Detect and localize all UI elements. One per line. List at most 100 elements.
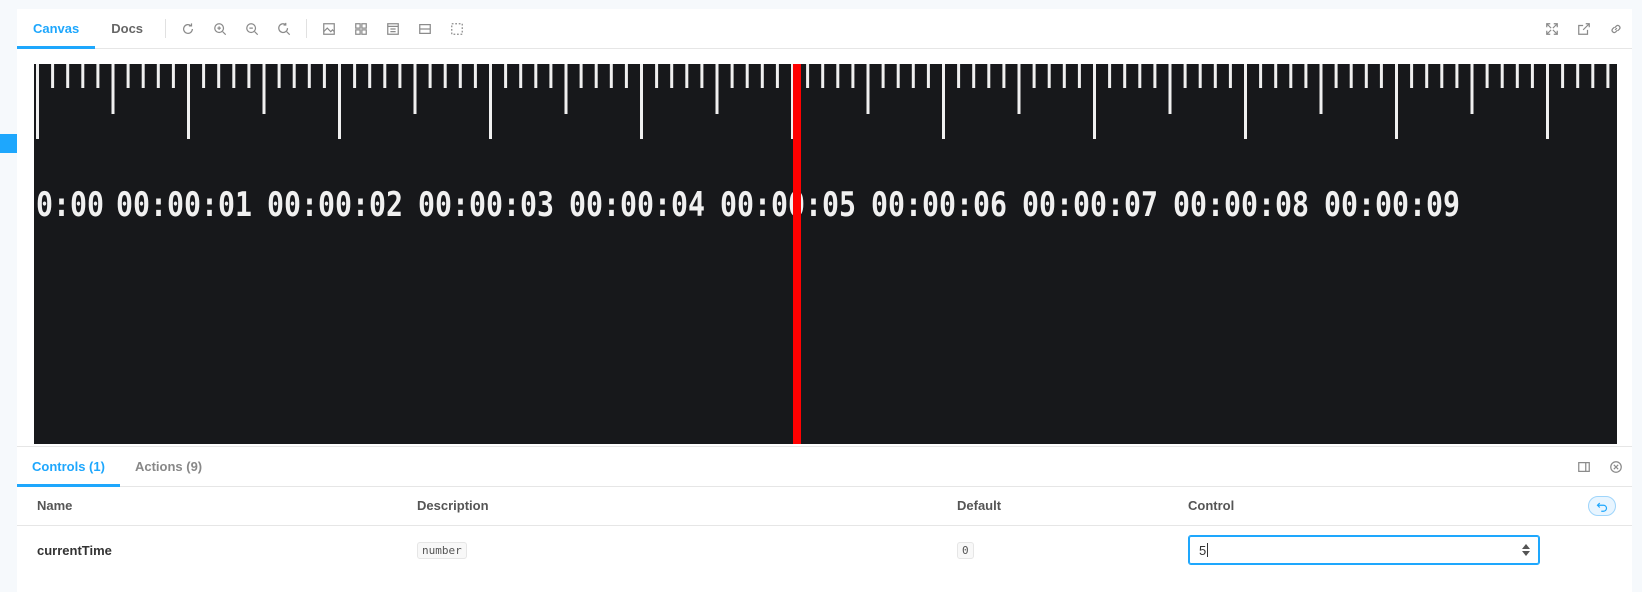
- sub-tick: [549, 64, 553, 88]
- sub-tick: [262, 64, 266, 114]
- sub-tick: [1228, 64, 1232, 88]
- sub-tick: [881, 64, 885, 88]
- sub-tick: [760, 64, 764, 88]
- table-header-row: Name Description Default Control: [17, 487, 1632, 526]
- sub-tick: [141, 64, 145, 88]
- second-tick: [1244, 64, 1247, 139]
- sub-tick: [1319, 64, 1323, 114]
- current-time-value: 5: [1199, 542, 1207, 558]
- copy-link-icon[interactable]: [1600, 9, 1632, 48]
- sub-tick: [1364, 64, 1368, 88]
- stepper-up-icon[interactable]: [1522, 544, 1530, 550]
- sub-tick: [564, 64, 568, 114]
- sub-tick: [957, 64, 961, 88]
- tab-actions[interactable]: Actions (9): [120, 447, 217, 486]
- sub-tick: [156, 64, 160, 88]
- timecode-label: 00:00:05: [720, 185, 856, 225]
- playhead[interactable]: [793, 64, 801, 444]
- sub-tick: [1576, 64, 1580, 88]
- measure-icon[interactable]: [409, 9, 441, 48]
- reload-icon[interactable]: [172, 9, 204, 48]
- reset-zoom-icon[interactable]: [268, 9, 300, 48]
- column-control-header: Control: [1188, 487, 1632, 526]
- second-tick: [1093, 64, 1096, 139]
- second-tick: [187, 64, 190, 139]
- panel-orientation-icon[interactable]: [1568, 447, 1600, 486]
- panel-tabs: Controls (1) Actions (9): [17, 447, 1632, 487]
- zoom-out-icon[interactable]: [236, 9, 268, 48]
- sub-tick: [1213, 64, 1217, 88]
- sub-tick: [1153, 64, 1157, 88]
- sub-tick: [715, 64, 719, 114]
- sub-tick: [1334, 64, 1338, 88]
- sub-tick: [504, 64, 508, 88]
- sub-tick: [851, 64, 855, 88]
- current-time-input[interactable]: 5: [1188, 535, 1540, 566]
- second-tick: [36, 64, 39, 139]
- stepper-down-icon[interactable]: [1522, 551, 1530, 557]
- sub-tick: [1500, 64, 1504, 88]
- sub-tick: [1561, 64, 1565, 88]
- sub-tick: [836, 64, 840, 88]
- sub-tick: [1259, 64, 1263, 88]
- reset-controls-button[interactable]: [1588, 496, 1616, 516]
- second-tick: [942, 64, 945, 139]
- sub-tick: [670, 64, 674, 88]
- sub-tick: [1002, 64, 1006, 88]
- timecode-label: 0:00: [36, 185, 104, 225]
- sub-tick: [579, 64, 583, 88]
- sub-tick: [232, 64, 236, 88]
- sub-tick: [896, 64, 900, 88]
- second-tick: [338, 64, 341, 139]
- sub-tick: [96, 64, 100, 88]
- sub-tick: [1032, 64, 1036, 88]
- sub-tick: [443, 64, 447, 88]
- storybook-frame: Canvas Docs 0:00 00:00:01 00:00:02 00:00:03…: [17, 9, 1632, 592]
- sub-tick: [1470, 64, 1474, 114]
- viewport-icon[interactable]: [377, 9, 409, 48]
- timecode-label: 00:00:01: [116, 185, 252, 225]
- tab-controls[interactable]: Controls (1): [17, 447, 120, 487]
- sub-tick: [428, 64, 432, 88]
- sub-tick: [1410, 64, 1414, 88]
- close-panel-icon[interactable]: [1600, 447, 1632, 486]
- canvas-preview: 0:00 00:00:01 00:00:02 00:00:03 00:00:04 00:0…: [34, 64, 1617, 444]
- timecode-label: 00:00:06: [871, 185, 1007, 225]
- zoom-in-icon[interactable]: [204, 9, 236, 48]
- number-stepper[interactable]: [1521, 542, 1531, 560]
- background-icon[interactable]: [313, 9, 345, 48]
- second-tick: [640, 64, 643, 139]
- sub-tick: [247, 64, 251, 88]
- tab-docs[interactable]: Docs: [95, 9, 159, 48]
- sub-tick: [473, 64, 477, 88]
- tab-canvas[interactable]: Canvas: [17, 9, 96, 49]
- sub-tick: [624, 64, 628, 88]
- timecode-label: 00:00:07: [1022, 185, 1158, 225]
- sidebar-toggle[interactable]: [0, 134, 18, 153]
- sub-tick: [1455, 64, 1459, 88]
- sub-tick: [1077, 64, 1081, 88]
- sub-tick: [1108, 64, 1112, 88]
- timeline-ruler[interactable]: 0:00 00:00:01 00:00:02 00:00:03 00:00:04 00:0…: [34, 64, 1617, 444]
- open-new-tab-icon[interactable]: [1568, 9, 1600, 48]
- second-tick: [1395, 64, 1398, 139]
- timecode-label: 00:00:08: [1173, 185, 1309, 225]
- table-row: currentTime number 0 5: [17, 525, 1632, 575]
- sub-tick: [51, 64, 55, 88]
- sub-tick: [458, 64, 462, 88]
- sub-tick: [911, 64, 915, 88]
- toolbar-divider: [306, 19, 308, 38]
- sub-tick: [655, 64, 659, 88]
- sub-tick: [322, 64, 326, 88]
- sub-tick: [1289, 64, 1293, 88]
- timecode-label: 00:00:04: [569, 185, 705, 225]
- fullscreen-icon[interactable]: [1536, 9, 1568, 48]
- sub-tick: [1440, 64, 1444, 88]
- sub-tick: [1349, 64, 1353, 88]
- sub-tick: [926, 64, 930, 88]
- sub-tick: [609, 64, 613, 88]
- grid-icon[interactable]: [345, 9, 377, 48]
- outline-icon[interactable]: [441, 9, 473, 48]
- sub-tick: [1485, 64, 1489, 88]
- sub-tick: [866, 64, 870, 114]
